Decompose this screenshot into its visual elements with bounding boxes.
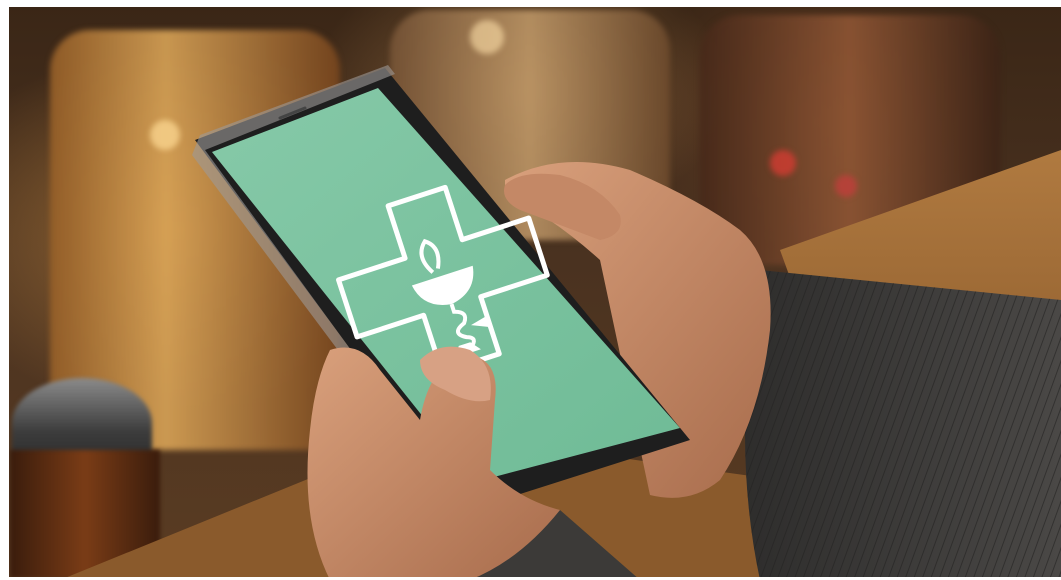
image-border-top: [0, 0, 1061, 7]
image-border-left: [0, 0, 9, 580]
hands-and-phone: [60, 65, 1061, 580]
photo-scene: [0, 0, 1061, 580]
